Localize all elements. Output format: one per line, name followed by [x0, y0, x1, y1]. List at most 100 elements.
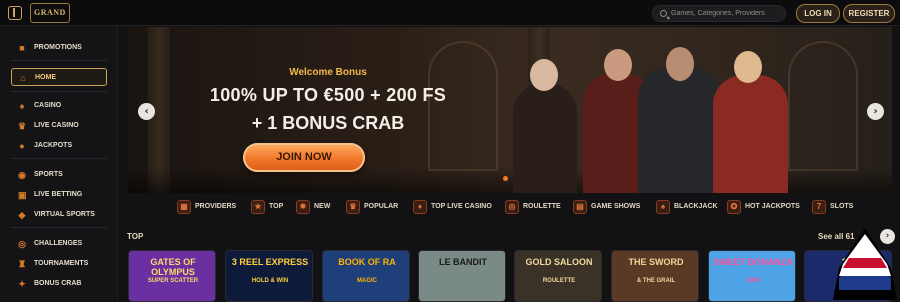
category-label: SLOTS	[830, 203, 854, 210]
join-now-button[interactable]: JOIN NOW	[243, 143, 365, 172]
sidebar-item-promotions[interactable]: ■ PROMOTIONS	[11, 39, 107, 57]
category-bar: ▦ PROVIDERS ★ TOP ✸ NEW ♛ POPULAR ♦ TOP LIVE …	[165, 196, 865, 218]
background-arch	[788, 41, 858, 171]
carousel-prev-icon[interactable]: ‹	[138, 103, 155, 120]
game-tile[interactable]: THE SWORD & THE GRAIL	[611, 250, 699, 302]
sidebar-item-label: LIVE BETTING	[34, 191, 83, 198]
blackjack-icon: ♠	[656, 200, 670, 214]
jackpot-icon: ✪	[727, 200, 741, 214]
hero-banner[interactable]: Welcome Bonus 100% UP TO €500 + 200 FS +…	[128, 27, 892, 193]
category-label: TOP	[269, 203, 284, 210]
dealer-icon: ♛	[18, 121, 27, 131]
slots-icon: 7	[812, 200, 826, 214]
game-title: 3 REEL EXPRESS	[231, 257, 309, 267]
virtual-icon: ◆	[18, 210, 26, 220]
character-head	[604, 49, 632, 81]
sidebar-item-tournaments[interactable]: ♜ TOURNAMENTS	[11, 255, 107, 273]
sidebar-item-label: HOME	[35, 74, 56, 81]
game-tile[interactable]: LE BANDIT	[418, 250, 506, 302]
sidebar-item-label: JACKPOTS	[34, 142, 73, 149]
game-title: THE SWORD	[628, 257, 684, 267]
welcome-bonus-title: Welcome Bonus	[289, 67, 367, 78]
game-tile[interactable]: GATES OF OLYMPUS SUPER SCATTER	[128, 250, 216, 302]
game-tile[interactable]: BOOK OF RA MAGIC	[322, 250, 410, 302]
sidebar-item-challenges[interactable]: ◎ CHALLENGES	[11, 235, 107, 253]
netherlands-flag-icon[interactable]	[829, 228, 900, 300]
show-icon: ▤	[573, 200, 587, 214]
game-tile[interactable]: SWEET BONANZA 1000	[708, 250, 796, 302]
game-tile[interactable]: 3 REEL EXPRESS HOLD & WIN	[225, 250, 313, 302]
logo[interactable]: GRAND	[30, 3, 70, 23]
sidebar-item-sports[interactable]: ◉ SPORTS	[11, 166, 107, 184]
divider	[11, 60, 107, 61]
character-head	[734, 51, 762, 83]
game-subtitle: & THE GRAIL	[636, 278, 676, 284]
category-top[interactable]: ★ TOP	[247, 196, 283, 218]
game-title: GOLD SALOON	[525, 257, 593, 267]
character-head	[666, 47, 694, 81]
game-title: GATES OF OLYMPUS	[150, 257, 196, 277]
live-icon: ▣	[18, 190, 27, 200]
category-new[interactable]: ✸ NEW	[292, 196, 330, 218]
game-tile[interactable]: GOLD SALOON ROULETTE	[514, 250, 602, 302]
category-hot-jackpots[interactable]: ✪ HOT JACKPOTS	[723, 196, 800, 218]
carousel-next-icon[interactable]: ›	[867, 103, 884, 120]
search-icon	[660, 10, 667, 17]
category-label: TOP LIVE CASINO	[431, 203, 492, 210]
game-title: BOOK OF RA	[338, 257, 396, 267]
category-label: GAME SHOWS	[591, 203, 641, 210]
sidebar-item-virtual-sports[interactable]: ◆ VIRTUAL SPORTS	[11, 206, 107, 224]
category-popular[interactable]: ♛ POPULAR	[342, 196, 398, 218]
category-label: ROULETTE	[523, 203, 561, 210]
top-bar: GRAND LOG IN REGISTER	[0, 0, 900, 26]
search-input[interactable]	[671, 6, 783, 21]
character-head	[530, 59, 558, 91]
sidebar-item-label: LIVE CASINO	[34, 122, 79, 129]
register-button[interactable]: REGISTER	[843, 4, 895, 23]
ball-icon: ◉	[18, 170, 26, 180]
game-subtitle: 1000	[746, 278, 760, 284]
carousel-dot[interactable]	[503, 176, 508, 181]
card-icon: ♦	[413, 200, 427, 214]
sidebar-item-live-betting[interactable]: ▣ LIVE BETTING	[11, 186, 107, 204]
sidebar-item-home[interactable]: ⌂ HOME	[11, 68, 107, 86]
category-label: NEW	[314, 203, 331, 210]
login-button[interactable]: LOG IN	[796, 4, 840, 23]
category-label: POPULAR	[364, 203, 399, 210]
sidebar-item-label: CASINO	[34, 102, 62, 109]
game-title: LE BANDIT	[439, 257, 487, 267]
category-providers[interactable]: ▦ PROVIDERS	[173, 196, 236, 218]
crab-icon: ✦	[18, 279, 26, 289]
sidebar-item-label: PROMOTIONS	[34, 44, 82, 51]
bonus-offer-line2: + 1 BONUS CRAB	[251, 113, 405, 133]
sidebar-item-label: SPORTS	[34, 171, 63, 178]
coins-icon: ●	[19, 141, 25, 151]
sidebar-item-bonus-crab[interactable]: ✦ BONUS CRAB	[11, 275, 107, 293]
home-icon: ⌂	[20, 73, 26, 83]
category-roulette[interactable]: ◎ ROULETTE	[501, 196, 561, 218]
menu-toggle-icon[interactable]	[8, 6, 22, 20]
category-label: PROVIDERS	[195, 203, 237, 210]
sidebar-item-casino[interactable]: ♠ CASINO	[11, 97, 107, 115]
category-blackjack[interactable]: ♠ BLACKJACK	[652, 196, 718, 218]
sidebar-item-live-casino[interactable]: ♛ LIVE CASINO	[11, 117, 107, 135]
game-subtitle: ROULETTE	[542, 278, 576, 284]
background-arch	[428, 41, 498, 171]
flame-icon: ✸	[296, 200, 310, 214]
category-label: HOT JACKPOTS	[745, 203, 800, 210]
roulette-icon: ◎	[505, 200, 519, 214]
sidebar-item-jackpots[interactable]: ● JACKPOTS	[11, 137, 107, 155]
sidebar-item-label: VIRTUAL SPORTS	[34, 211, 95, 218]
category-game-shows[interactable]: ▤ GAME SHOWS	[569, 196, 640, 218]
category-top-live-casino[interactable]: ♦ TOP LIVE CASINO	[409, 196, 492, 218]
game-subtitle: MAGIC	[357, 278, 377, 284]
sidebar-item-label: TOURNAMENTS	[34, 260, 89, 267]
sidebar-item-label: CHALLENGES	[34, 240, 83, 247]
category-slots[interactable]: 7 SLOTS	[808, 196, 853, 218]
star-icon: ★	[251, 200, 265, 214]
search-box[interactable]	[652, 5, 786, 22]
category-label: BLACKJACK	[674, 203, 718, 210]
providers-icon: ▦	[177, 200, 191, 214]
bonus-offer-line1: 100% UP TO €500 + 200 FS	[209, 85, 447, 105]
divider	[11, 227, 107, 228]
